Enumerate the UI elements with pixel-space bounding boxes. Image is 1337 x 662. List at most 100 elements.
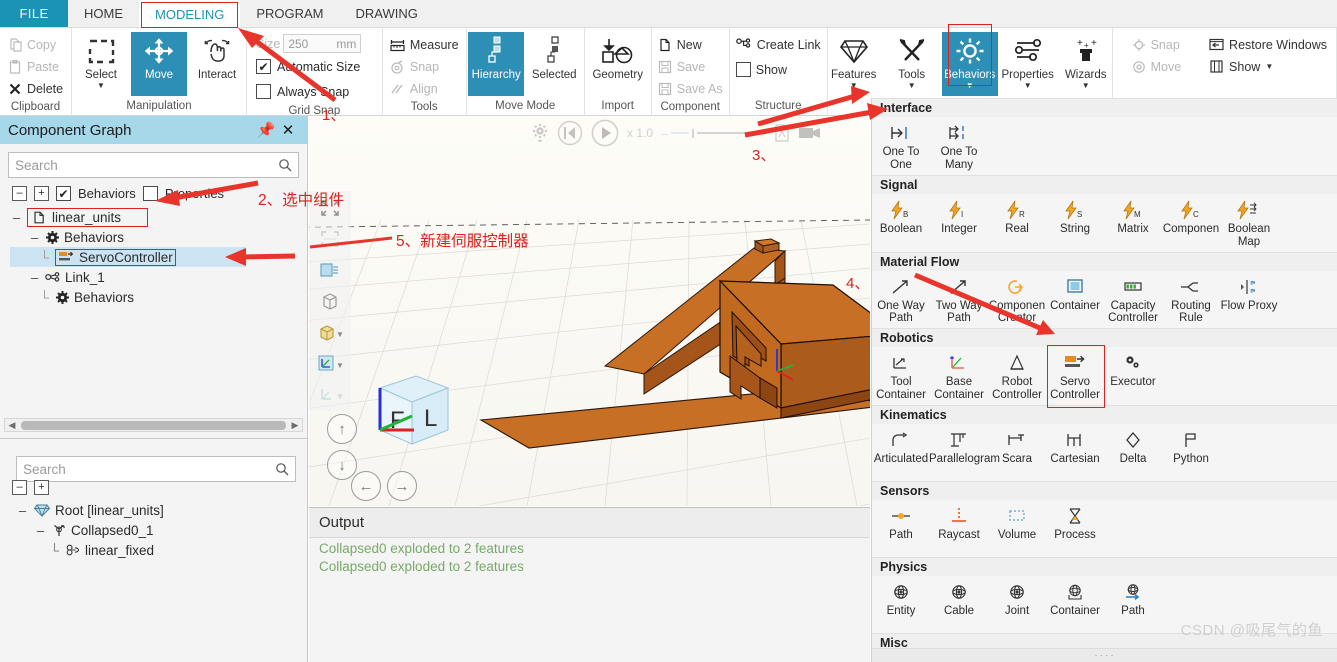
process-button[interactable]: Process bbox=[1046, 502, 1104, 554]
signal-component-button[interactable]: C Componen bbox=[1162, 196, 1220, 249]
properties-filter-checkbox[interactable] bbox=[142, 186, 158, 201]
robot-controller-button[interactable]: Robot Controller bbox=[988, 349, 1046, 402]
delta-button[interactable]: Delta bbox=[1104, 426, 1162, 478]
restore-windows-button[interactable]: Restore Windows bbox=[1205, 34, 1331, 55]
physics-path-button[interactable]: Path bbox=[1104, 578, 1162, 630]
physics-joint-button[interactable]: Joint bbox=[988, 578, 1046, 630]
tree-item-link-1[interactable]: – Link_1 bbox=[10, 267, 307, 287]
menu-tab-program[interactable]: PROGRAM bbox=[240, 0, 339, 27]
nav-left-icon[interactable]: ← bbox=[351, 471, 381, 501]
cartesian-button[interactable]: Cartesian bbox=[1046, 426, 1104, 478]
tool-container-button[interactable]: Tool Container bbox=[872, 349, 930, 402]
tree-expander[interactable]: – bbox=[34, 523, 47, 538]
hierarchy-button[interactable]: Hierarchy bbox=[468, 32, 525, 96]
geometry-button[interactable]: Geometry bbox=[590, 32, 646, 96]
search-icon[interactable] bbox=[278, 158, 292, 172]
coordinate-alt-icon[interactable]: ▼ bbox=[315, 381, 345, 407]
scroll-left-icon[interactable]: ◀ bbox=[5, 420, 19, 431]
tree-item-behaviors[interactable]: – Behaviors bbox=[10, 227, 307, 247]
paste-button[interactable]: Paste bbox=[4, 56, 67, 77]
show-windows-button[interactable]: Show ▼ bbox=[1205, 56, 1331, 77]
coordinate-icon[interactable]: ▼ bbox=[315, 350, 345, 376]
nav-up-icon[interactable]: ↑ bbox=[327, 414, 357, 444]
save-as-button[interactable]: Save As bbox=[654, 78, 727, 99]
servo-controller-button[interactable]: Servo Controller bbox=[1046, 345, 1105, 408]
save-button[interactable]: Save bbox=[654, 56, 727, 77]
chevron-down-icon[interactable]: ▼ bbox=[1265, 62, 1273, 71]
zoom-slider[interactable]: – + bbox=[661, 126, 766, 141]
physics-cable-button[interactable]: Cable bbox=[930, 578, 988, 630]
container-button[interactable]: Container bbox=[1046, 273, 1104, 326]
automatic-size-row[interactable]: ✔ Automatic Size bbox=[256, 55, 360, 78]
physics-entity-button[interactable]: Entity bbox=[872, 578, 930, 630]
delete-button[interactable]: Delete bbox=[4, 78, 67, 99]
behaviors-flyout[interactable]: Interface One To One One To Many Signal … bbox=[871, 98, 1337, 662]
chevron-down-icon[interactable]: ▼ bbox=[1082, 82, 1090, 90]
signal-integer-button[interactable]: I Integer bbox=[930, 196, 988, 249]
viewport-nav-horizontal[interactable]: ← → bbox=[351, 471, 417, 501]
always-snap-checkbox[interactable] bbox=[256, 84, 271, 99]
fit-selection-icon[interactable] bbox=[315, 226, 345, 252]
tools-button[interactable]: Tools ▼ bbox=[884, 32, 940, 96]
tree-horizontal-scrollbar[interactable]: ◀ ▶ bbox=[4, 418, 303, 432]
chevron-down-icon[interactable]: ▼ bbox=[1024, 82, 1032, 90]
chevron-down-icon[interactable]: ▼ bbox=[966, 82, 974, 90]
view-cube[interactable]: F L bbox=[356, 358, 452, 454]
raycast-button[interactable]: Raycast bbox=[930, 502, 988, 554]
one-to-many-button[interactable]: One To Many bbox=[930, 119, 988, 172]
signal-matrix-button[interactable]: M Matrix bbox=[1104, 196, 1162, 249]
collapse-all-button-2[interactable]: – bbox=[12, 480, 27, 495]
zoom-out-icon[interactable]: – bbox=[661, 126, 668, 141]
snap-button[interactable]: Snap bbox=[386, 56, 463, 77]
physics-container-button[interactable]: Container bbox=[1046, 578, 1104, 630]
create-link-button[interactable]: Create Link bbox=[732, 34, 825, 55]
move-button[interactable]: Move bbox=[131, 32, 187, 96]
expand-all-button[interactable]: + bbox=[34, 186, 49, 201]
play-icon[interactable] bbox=[591, 119, 619, 147]
features-button[interactable]: Features ▼ bbox=[826, 32, 882, 96]
viewport-toolbar[interactable]: x 1.0 – + bbox=[309, 116, 870, 150]
scara-button[interactable]: Scara bbox=[988, 426, 1046, 478]
properties-button[interactable]: Properties ▼ bbox=[1000, 32, 1056, 96]
measure-button[interactable]: Measure bbox=[386, 34, 463, 55]
tree-item-linear-units[interactable]: – linear_units bbox=[10, 207, 307, 227]
show-structure-row[interactable]: Show bbox=[732, 59, 825, 80]
executor-button[interactable]: Executor bbox=[1104, 349, 1162, 402]
signal-boolean-button[interactable]: B Boolean bbox=[872, 196, 930, 249]
selected-button[interactable]: Selected bbox=[526, 32, 582, 96]
nav-right-icon[interactable]: → bbox=[387, 471, 417, 501]
sensor-path-button[interactable]: Path bbox=[872, 502, 930, 554]
wizards-button[interactable]: + + + Wizards ▼ bbox=[1058, 32, 1114, 96]
expand-all-button-2[interactable]: + bbox=[34, 480, 49, 495]
search-icon[interactable] bbox=[275, 462, 289, 476]
tree-expander[interactable]: – bbox=[28, 270, 41, 285]
two-way-path-button[interactable]: Two Way Path bbox=[930, 273, 988, 326]
tree-expander[interactable]: – bbox=[16, 503, 29, 518]
component-creator-button[interactable]: Componen Creator bbox=[988, 273, 1046, 326]
search-input-2[interactable]: Search bbox=[16, 456, 296, 482]
tree-expander[interactable]: – bbox=[10, 210, 23, 225]
behaviors-button[interactable]: Behaviors ▼ bbox=[941, 24, 998, 96]
shaded-icon[interactable]: ▼ bbox=[315, 319, 345, 345]
menu-file[interactable]: FILE bbox=[0, 0, 68, 27]
articulated-button[interactable]: Articulated bbox=[872, 426, 930, 478]
zoom-in-icon[interactable]: + bbox=[758, 126, 766, 141]
behaviors-filter-checkbox[interactable]: ✔ bbox=[56, 186, 71, 201]
flow-proxy-button[interactable]: ⊳ ⊳ Flow Proxy bbox=[1220, 273, 1278, 326]
rewind-icon[interactable] bbox=[557, 120, 583, 146]
signal-boolean-map-button[interactable]: Boolean Map bbox=[1220, 196, 1278, 249]
signal-real-button[interactable]: R Real bbox=[988, 196, 1046, 249]
always-snap-row[interactable]: Always Snap bbox=[256, 80, 349, 103]
volume-button[interactable]: Volume bbox=[988, 502, 1046, 554]
parallelogram-button[interactable]: Parallelogram bbox=[929, 426, 1000, 478]
tree-item-servocontroller[interactable]: └ ServoController bbox=[10, 247, 246, 267]
tree-expander[interactable]: – bbox=[28, 230, 41, 245]
settings-gear-icon[interactable] bbox=[531, 123, 549, 143]
collapse-all-button[interactable]: – bbox=[12, 186, 27, 201]
pin-icon[interactable]: 📌 bbox=[255, 121, 277, 139]
pdf-export-icon[interactable] bbox=[774, 124, 790, 142]
copy-button[interactable]: Copy bbox=[4, 34, 67, 55]
scroll-right-icon[interactable]: ▶ bbox=[288, 420, 302, 431]
menu-tab-drawing[interactable]: DRAWING bbox=[340, 0, 434, 27]
slider-handle[interactable] bbox=[692, 128, 695, 138]
